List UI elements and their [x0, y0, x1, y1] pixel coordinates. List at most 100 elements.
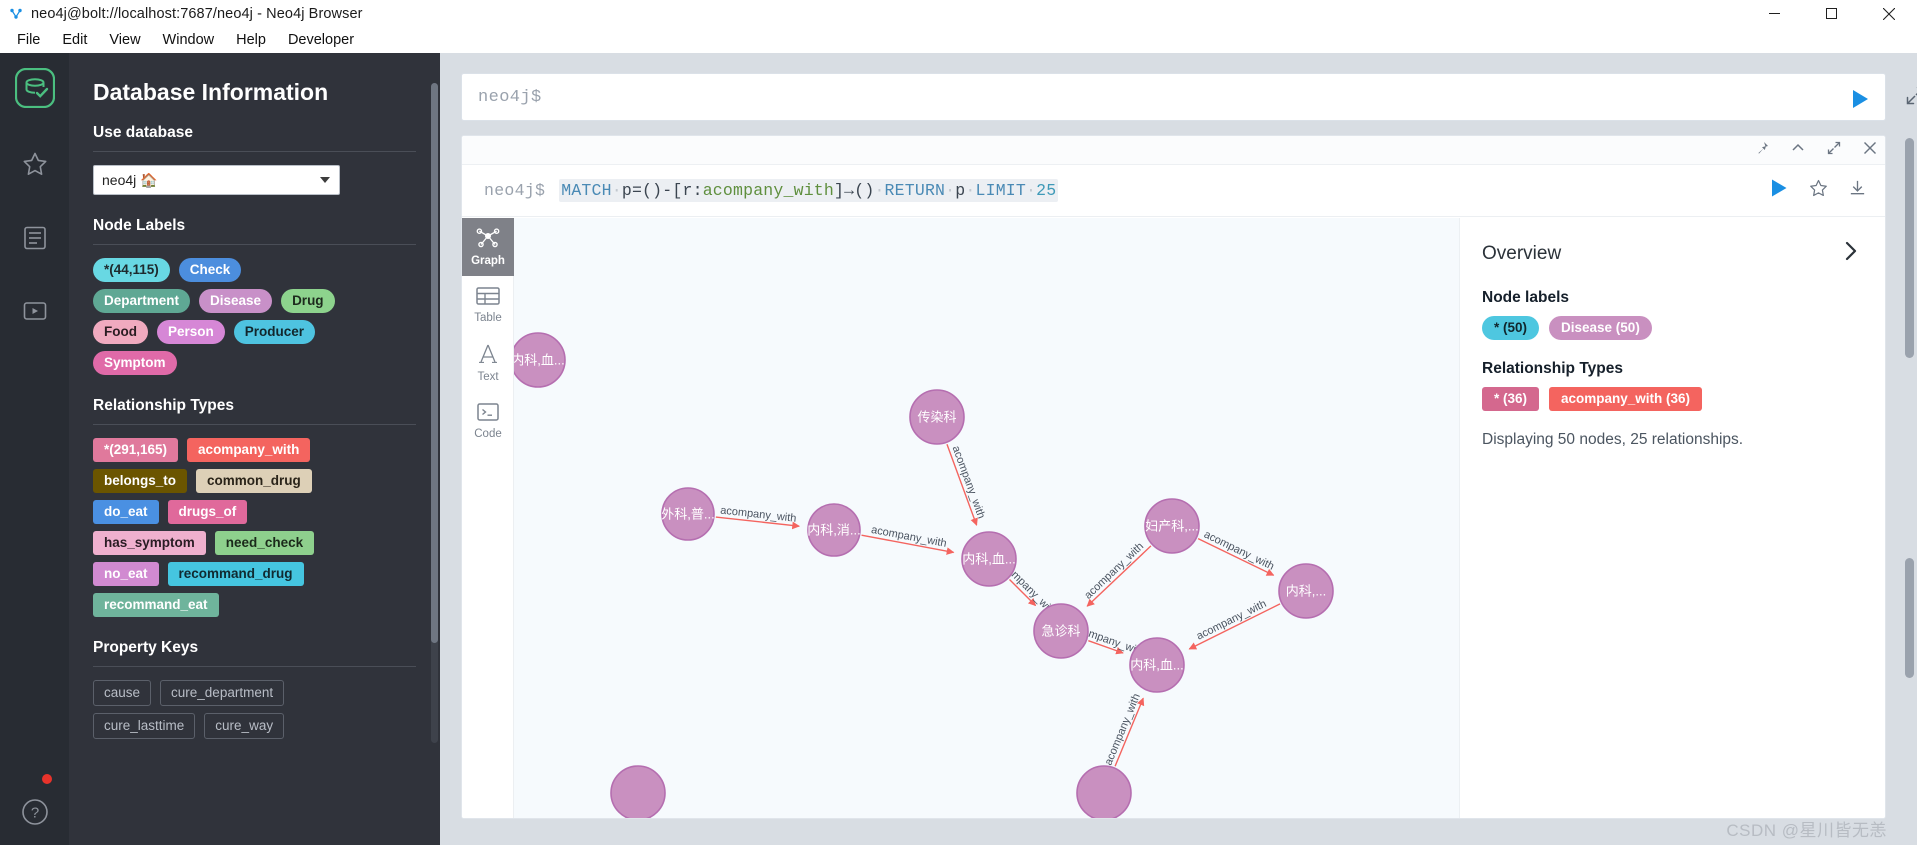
pin-icon[interactable] [1755, 141, 1769, 160]
run-query-button[interactable] [1847, 87, 1871, 116]
node-label-chip-3[interactable]: Disease [199, 289, 272, 313]
frame-expand-icon[interactable] [1827, 141, 1841, 160]
overview-node-chip-1[interactable]: Disease (50) [1549, 316, 1652, 340]
frame-query-text[interactable]: MATCH·p=()-[r:acompany_with]→()·RETURN·p… [559, 179, 1058, 202]
overview-node-chip-0[interactable]: * (50) [1482, 316, 1539, 340]
graph-edge-label: acompany_with [1195, 598, 1269, 643]
svg-text:?: ? [30, 805, 38, 822]
relationship-type-chip-10[interactable]: recommand_eat [93, 593, 219, 617]
watermark: CSDN @星川皆无恙 [1726, 816, 1887, 841]
view-mode-graph[interactable]: Graph [462, 218, 514, 276]
editor-expand-button[interactable] [1906, 86, 1917, 110]
neo4j-app-icon [9, 7, 23, 21]
graph-edge[interactable] [1087, 546, 1151, 606]
relationship-type-chip-list: *(291,165) acompany_withbelongs_to common_… [69, 438, 369, 617]
code-icon [476, 402, 500, 425]
graph-node[interactable] [611, 766, 665, 818]
relationship-type-chip-2[interactable]: belongs_to [93, 469, 187, 493]
relationship-type-chip-4[interactable]: do_eat [93, 500, 159, 524]
menu-edit[interactable]: Edit [51, 29, 98, 51]
view-mode-table[interactable]: Table [462, 276, 514, 334]
overview-rel-chip-1[interactable]: acompany_with (36) [1549, 387, 1702, 411]
view-mode-code-label: Code [474, 428, 502, 441]
relationship-type-chip-9[interactable]: recommand_drug [168, 562, 304, 586]
view-mode-text[interactable]: Text [462, 334, 514, 392]
app-shell: ? Database Information Use database neo4… [0, 53, 1917, 845]
menubar: File Edit View Window Help Developer [0, 27, 1917, 53]
drawer-scrollbar[interactable] [431, 83, 438, 743]
view-mode-table-label: Table [474, 312, 502, 325]
node-label-chip-1[interactable]: Check [179, 258, 242, 282]
property-key-chip-1[interactable]: cure_department [160, 680, 284, 706]
menu-window[interactable]: Window [152, 29, 226, 51]
cypher-editor[interactable]: neo4j$ [461, 73, 1886, 121]
overview-rel-chip-0[interactable]: * (36) [1482, 387, 1539, 411]
node-label-chip-4[interactable]: Drug [281, 289, 335, 313]
cypher-token-9: · [945, 181, 955, 200]
relationship-type-chip-3[interactable]: common_drug [196, 469, 312, 493]
relationship-type-chip-7[interactable]: need_check [215, 531, 314, 555]
frame-query-bar: neo4j$ MATCH·p=()-[r:acompany_with]→()·R… [462, 165, 1885, 217]
graph-node-label: 内科,血... [1130, 657, 1183, 672]
sidebar-item-favorites[interactable] [0, 129, 69, 203]
graph-edge[interactable] [1189, 604, 1280, 649]
graph-edge-label: acompany_with [870, 524, 947, 550]
menu-view[interactable]: View [98, 29, 151, 51]
property-key-chip-2[interactable]: cure_lasttime [93, 713, 195, 739]
node-label-chip-8[interactable]: Symptom [93, 351, 177, 375]
node-label-chip-list: *(44,115) Check Department Disease Drug Food P… [69, 258, 369, 375]
cypher-token-3: r [682, 181, 692, 200]
collapse-up-icon[interactable] [1791, 141, 1805, 160]
sidebar-item-help[interactable]: ? [0, 798, 69, 831]
property-key-chip-3[interactable]: cure_way [204, 713, 284, 739]
close-button[interactable] [1860, 0, 1917, 27]
property-key-chip-0[interactable]: cause [93, 680, 151, 706]
frame-download-icon[interactable] [1848, 179, 1867, 203]
relationship-type-chip-1[interactable]: acompany_with [187, 438, 310, 462]
overview-node-label-chips: * (50) Disease (50) [1482, 316, 1859, 340]
sidebar-item-project-files[interactable] [0, 277, 69, 351]
cypher-token-6: ]→() [834, 181, 874, 200]
relationship-type-chip-8[interactable]: no_eat [93, 562, 159, 586]
use-database-heading: Use database [69, 124, 440, 142]
window-title: neo4j@bolt://localhost:7687/neo4j - Neo4… [31, 6, 363, 22]
node-label-chip-7[interactable]: Producer [234, 320, 315, 344]
menu-help[interactable]: Help [225, 29, 277, 51]
graph-svg[interactable]: acompany_withacompany_withacompany_witha… [514, 218, 1464, 818]
sidebar-item-database-information[interactable] [0, 203, 69, 277]
database-info-icon [22, 225, 48, 256]
frame-titlebar [462, 136, 1885, 165]
graph-node-label: 内科,消... [807, 522, 860, 537]
relationship-type-chip-6[interactable]: has_symptom [93, 531, 206, 555]
cypher-editor-prompt: neo4j$ [462, 88, 542, 107]
cypher-token-8: RETURN [885, 181, 946, 200]
relationship-type-chip-0[interactable]: *(291,165) [93, 438, 178, 462]
graph-node[interactable] [1077, 766, 1131, 818]
node-label-chip-5[interactable]: Food [93, 320, 148, 344]
use-database-select[interactable]: neo4j 🏠 [93, 165, 340, 195]
minimize-button[interactable] [1746, 0, 1803, 27]
node-labels-section: Node Labels *(44,115)CheckDepartmentDise… [69, 217, 440, 375]
node-label-chip-2[interactable]: Department [93, 289, 190, 313]
menu-file[interactable]: File [6, 29, 51, 51]
chevron-right-icon[interactable] [1843, 240, 1859, 267]
frame-save-star-icon[interactable] [1809, 179, 1828, 203]
property-keys-section: Property Keys causecure_departmentcure_l… [69, 639, 440, 739]
view-mode-graph-label: Graph [471, 255, 505, 268]
node-label-chip-6[interactable]: Person [157, 320, 225, 344]
view-mode-code[interactable]: Code [462, 392, 514, 450]
cypher-token-0: MATCH [561, 181, 612, 200]
cypher-token-12: LIMIT [976, 181, 1027, 200]
menu-developer[interactable]: Developer [277, 29, 365, 51]
frame-run-button[interactable] [1767, 177, 1789, 204]
graph-node-label: 外科,普... [661, 506, 714, 521]
node-label-chip-0[interactable]: *(44,115) [93, 258, 170, 282]
maximize-button[interactable] [1803, 0, 1860, 27]
cypher-token-10: p [955, 181, 965, 200]
cypher-token-4: : [693, 181, 703, 200]
relationship-type-chip-5[interactable]: drugs_of [168, 500, 248, 524]
results-scrollbar[interactable] [1905, 138, 1914, 778]
frame-close-icon[interactable] [1863, 141, 1877, 160]
use-database-section: Use database neo4j 🏠 [69, 124, 440, 195]
graph-node-label: 内科,血... [962, 551, 1015, 566]
